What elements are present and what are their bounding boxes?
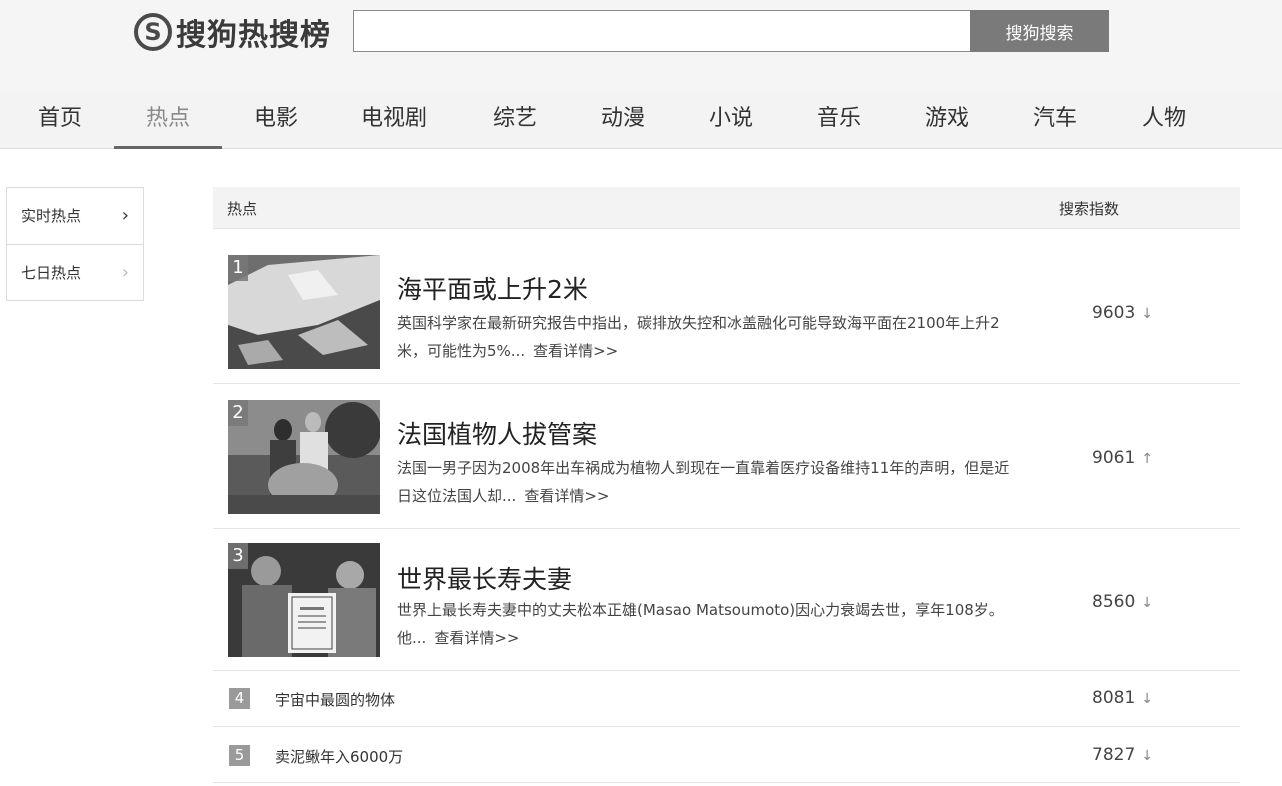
score-value: 9061 (1092, 448, 1136, 468)
search-input[interactable] (353, 10, 971, 52)
hot-title[interactable]: 世界最长寿夫妻 (397, 560, 572, 596)
arrow-down-icon: ↓ (1141, 306, 1153, 322)
list-item: 2 法国植物人拔管案 法国一男子因为2008年出车祸成为植物人到现在一直靠着医疗… (213, 384, 1240, 529)
side-item-label: 七日热点 (21, 264, 82, 282)
nav-music[interactable]: 音乐 (785, 92, 893, 149)
category-nav: 首页 热点 电影 电视剧 综艺 动漫 小说 音乐 游戏 汽车 人物 (0, 92, 1282, 149)
description-text: 英国科学家在最新研究报告中指出，碳排放失控和冰盖融化可能导致海平面在2100年上… (397, 314, 1000, 360)
iceberg-photo[interactable]: 1 (228, 255, 380, 369)
hot-description: 英国科学家在最新研究报告中指出，碳排放失控和冰盖融化可能导致海平面在2100年上… (397, 309, 1017, 365)
list-item: 4 宇宙中最圆的物体 8081 ↓ (213, 671, 1240, 727)
chevron-right-icon: › (121, 205, 129, 226)
list-header: 热点 搜索指数 (213, 187, 1240, 229)
nav-people[interactable]: 人物 (1110, 92, 1218, 149)
nav-novel[interactable]: 小说 (677, 92, 785, 149)
protest-photo[interactable]: 2 (228, 400, 380, 514)
nav-tv[interactable]: 电视剧 (340, 92, 448, 149)
search-index: 8081 ↓ (1092, 688, 1153, 708)
search-button[interactable]: 搜狗搜索 (970, 10, 1109, 52)
score-value: 8081 (1092, 688, 1136, 708)
arrow-down-icon: ↓ (1141, 595, 1153, 611)
side-item-label: 实时热点 (21, 207, 82, 225)
search-index: 8560 ↓ (1092, 592, 1153, 612)
hot-title[interactable]: 法国植物人拔管案 (397, 415, 597, 451)
column-search-index: 搜索指数 (1059, 200, 1120, 218)
nav-variety[interactable]: 综艺 (461, 92, 569, 149)
logo-text: 搜狗热搜榜 (176, 18, 331, 53)
hot-description: 世界上最长寿夫妻中的丈夫松本正雄(Masao Matsoumoto)因心力衰竭去… (397, 596, 1017, 652)
score-value: 9603 (1092, 303, 1136, 323)
search-index: 9603 ↓ (1092, 303, 1153, 323)
search-index: 9061 ↑ (1092, 448, 1153, 468)
thumbnail-image (228, 543, 380, 657)
elderly-couple-photo[interactable]: 3 (228, 543, 380, 657)
thumbnail-image (228, 400, 380, 514)
description-text: 法国一男子因为2008年出车祸成为植物人到现在一直靠着医疗设备维持11年的声明，… (397, 459, 1010, 505)
score-value: 7827 (1092, 745, 1136, 765)
rank-badge: 4 (229, 688, 250, 709)
nav-home[interactable]: 首页 (6, 92, 114, 149)
hot-title[interactable]: 海平面或上升2米 (397, 270, 588, 306)
nav-car[interactable]: 汽车 (1001, 92, 1109, 149)
rank-badge: 3 (228, 543, 248, 569)
sogou-logo[interactable]: S 搜狗热搜榜 (134, 10, 331, 54)
view-details-link[interactable]: 查看详情>> (434, 629, 519, 647)
side-menu: 实时热点 › 七日热点 › (6, 187, 144, 301)
top-bar: S 搜狗热搜榜 搜狗搜索 (0, 0, 1282, 92)
sogou-logo-icon: S (134, 13, 172, 51)
rank-badge: 5 (229, 745, 250, 766)
nav-game[interactable]: 游戏 (893, 92, 1001, 149)
nav-hot[interactable]: 热点 (114, 92, 222, 149)
list-item: 3 世界最长寿夫妻 世界上最长寿夫妻中的丈夫松本正雄(Masao Matsoum… (213, 529, 1240, 671)
arrow-up-icon: ↑ (1141, 451, 1153, 467)
rank-badge: 1 (228, 255, 248, 281)
list-item: 5 卖泥鳅年入6000万 7827 ↓ (213, 727, 1240, 783)
score-value: 8560 (1092, 592, 1136, 612)
search-index: 7827 ↓ (1092, 745, 1153, 765)
arrow-down-icon: ↓ (1141, 691, 1153, 707)
list-item: 1 海平面或上升2米 英国科学家在最新研究报告中指出，碳排放失控和冰盖融化可能导… (213, 229, 1240, 384)
hot-title[interactable]: 宇宙中最圆的物体 (275, 689, 395, 710)
rank-badge: 2 (228, 400, 248, 426)
thumbnail-image (228, 255, 380, 369)
side-item-realtime[interactable]: 实时热点 › (7, 188, 143, 244)
chevron-right-icon: › (121, 262, 129, 283)
side-item-weekly[interactable]: 七日热点 › (7, 244, 143, 300)
view-details-link[interactable]: 查看详情>> (533, 342, 618, 360)
arrow-down-icon: ↓ (1141, 748, 1153, 764)
nav-movie[interactable]: 电影 (222, 92, 330, 149)
hot-description: 法国一男子因为2008年出车祸成为植物人到现在一直靠着医疗设备维持11年的声明，… (397, 454, 1017, 510)
column-hot: 热点 (227, 200, 258, 218)
view-details-link[interactable]: 查看详情>> (524, 487, 609, 505)
hot-title[interactable]: 卖泥鳅年入6000万 (275, 746, 403, 767)
nav-anime[interactable]: 动漫 (569, 92, 677, 149)
